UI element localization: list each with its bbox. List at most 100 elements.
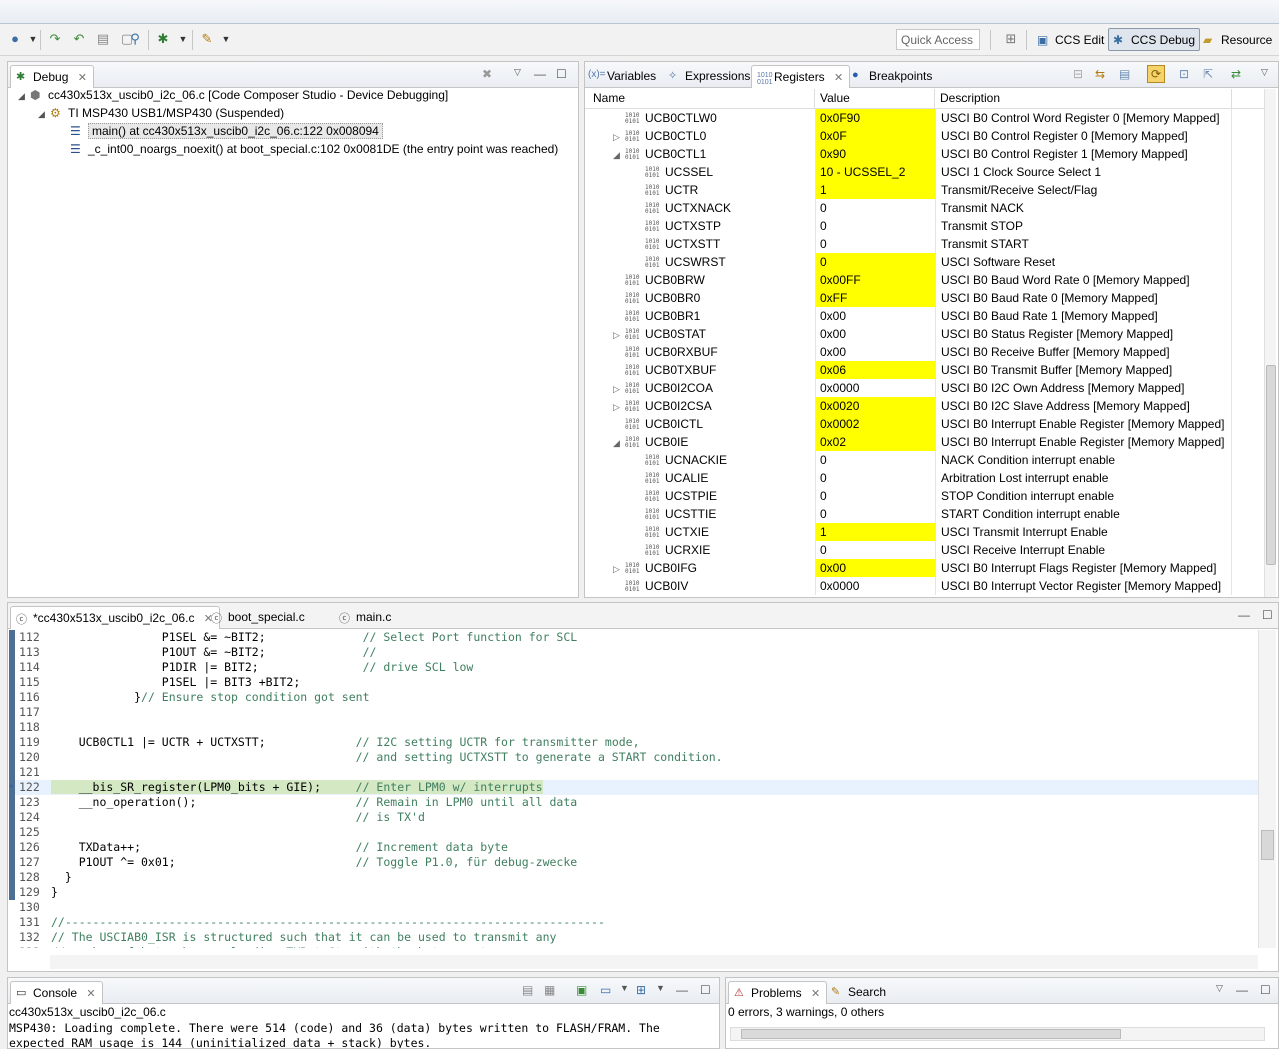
register-value-cell[interactable]: 0 [815,487,935,505]
register-value-cell[interactable]: 0xFF [815,289,935,307]
register-value-cell[interactable]: 0 [815,451,935,469]
register-row[interactable]: 1010 0101 UCB0CTLW0 0x0F90 USCI B0 Control W… [585,109,1265,127]
remove-terminated-icon[interactable]: ✖ [482,67,492,81]
close-icon[interactable]: ✕ [834,72,843,84]
tab-breakpoints[interactable]: ● Breakpoints [847,65,938,88]
debug-tree-item[interactable]: ◢ ⬢ cc430x513x_uscib0_i2c_06.c [Code Compo… [18,86,448,104]
code-line[interactable]: 130 [9,900,1259,915]
code-line[interactable]: 133// number of bytes by pre-loading TXB… [9,945,1259,948]
register-value-cell[interactable]: 1 [815,523,935,541]
register-value-cell[interactable]: 0x00FF [815,271,935,289]
debug-tree-item[interactable]: ☰ _c_int00_noargs_noexit() at boot_specia… [58,140,558,158]
register-value-cell[interactable]: 0x0020 [815,397,935,415]
column-header-description[interactable]: Description [940,91,1000,105]
register-row[interactable]: 1010 0101 UCSTPIE 0 STOP Condition interrupt… [585,487,1265,505]
register-row[interactable]: 1010 0101 UCSWRST 0 USCI Software Reset [585,253,1265,271]
column-header-name[interactable]: Name [593,91,625,105]
register-row[interactable]: 1010 0101 UCB0IV 0x0000 USCI B0 Interrupt Ve… [585,577,1265,595]
register-row[interactable]: 1010 0101 UCTXSTP 0 Transmit STOP [585,217,1265,235]
code-line[interactable]: ➔ 122 __bis_SR_register(LPM0_bits + GIE);… [9,780,1259,795]
register-value-cell[interactable]: 0x06 [815,361,935,379]
scroll-thumb[interactable] [1266,365,1276,565]
register-value-cell[interactable]: 0 [815,541,935,559]
code-line[interactable]: 116 }// Ensure stop condition got sent [9,690,1259,705]
expand-toggle-icon[interactable]: ◢ [38,105,50,123]
export-icon[interactable]: ⇱ [1203,67,1213,81]
register-value-cell[interactable]: 10 - UCSSEL_2 [815,163,935,181]
expand-toggle-icon[interactable]: ▷ [613,560,625,578]
maximize-icon[interactable]: ☐ [700,983,711,997]
register-value-cell[interactable]: 0x00 [815,325,935,343]
register-value-cell[interactable]: 0 [815,199,935,217]
perspective-ccs-edit[interactable]: ▣ CCS Edit [1032,28,1109,51]
refresh-toggle-icon[interactable]: ⟳ [1147,65,1166,83]
link-icon[interactable]: ⇆ [1095,67,1105,81]
expand-toggle-icon[interactable]: ◢ [18,87,30,105]
perspective-ccs-debug[interactable]: ✱ CCS Debug [1108,28,1201,51]
expand-toggle-icon[interactable]: ▷ [613,380,625,398]
register-row[interactable]: 1010 0101 UCRXIE 0 USCI Receive Interrupt En… [585,541,1265,559]
code-editor[interactable]: 112 P1SEL &= ~BIT2; // Select Port funct… [9,630,1259,948]
code-line[interactable]: 112 P1SEL &= ~BIT2; // Select Port funct… [9,630,1259,645]
code-line[interactable]: 131 //-----------------------------------… [9,915,1259,930]
expand-toggle-icon[interactable]: ▷ [613,128,625,146]
register-value-cell[interactable]: 0x0F [815,127,935,145]
register-row[interactable]: 1010 0101 UCTXNACK 0 Transmit NACK [585,199,1265,217]
maximize-icon[interactable]: ☐ [556,67,567,81]
column-header-value[interactable]: Value [820,91,850,105]
code-line[interactable]: 119 UCB0CTL1 |= UCTR + UCTXSTT; // I2C s… [9,735,1259,750]
connect-icon[interactable]: ⚲ [126,30,144,48]
register-row[interactable]: 1010 0101 UCTXSTT 0 Transmit START [585,235,1265,253]
register-row[interactable]: 1010 0101 UCB0RXBUF 0x00 USCI B0 Receive Buf… [585,343,1265,361]
expand-toggle-icon[interactable]: ▷ [613,326,625,344]
view-menu-icon[interactable]: ▽ [1261,67,1268,78]
register-row[interactable]: 1010 0101 UCB0BR0 0xFF USCI B0 Baud Rate 0 [… [585,289,1265,307]
register-row[interactable]: 1010 0101 UCTXIE 1 USCI Transmit Interrupt E… [585,523,1265,541]
register-row[interactable]: 1010 0101 UCB0ICTL 0x0002 USCI B0 Interrupt … [585,415,1265,433]
open-perspective-icon[interactable]: ⊞ [1002,30,1020,48]
register-row[interactable]: ▷ 1010 0101 UCB0STAT 0x00 USCI B0 Status Regi… [585,325,1265,343]
tab-variables[interactable]: (x)= Variables [585,65,662,88]
register-row[interactable]: 1010 0101 UCB0TXBUF 0x06 USCI B0 Transmit Bu… [585,361,1265,379]
register-value-cell[interactable]: 0 [815,253,935,271]
register-value-cell[interactable]: 0x90 [815,145,935,163]
new-group-icon[interactable]: ⊡ [1179,67,1189,81]
problems-hscroll[interactable] [730,1027,1265,1041]
scroll-thumb[interactable] [1261,830,1274,860]
code-line[interactable]: 114 P1DIR |= BIT2; // drive SCL low [9,660,1259,675]
minimize-icon[interactable]: — [534,67,546,81]
code-line[interactable]: 113 P1OUT &= ~BIT2; // [9,645,1259,660]
register-row[interactable]: 1010 0101 UCALIE 0 Arbitration Lost interrup… [585,469,1265,487]
editor-vscroll[interactable] [1258,630,1276,948]
minimize-icon[interactable]: — [676,983,688,997]
register-row[interactable]: 1010 0101 UCSTTIE 0 START Condition interrup… [585,505,1265,523]
register-value-cell[interactable]: 0 [815,235,935,253]
code-line[interactable]: 118 [9,720,1259,735]
register-row[interactable]: 1010 0101 UCSSEL 10 - UCSSEL_2 USCI 1 Clock … [585,163,1265,181]
register-value-cell[interactable]: 0 [815,469,935,487]
code-line[interactable]: 126 TXData++; // Increment data byte [9,840,1259,855]
register-row[interactable]: 1010 0101 UCB0BRW 0x00FF USCI B0 Baud Word R… [585,271,1265,289]
tab-editor-main-c[interactable]: ⓒ main.c [334,606,397,629]
scroll-thumb[interactable] [741,1029,1121,1039]
debug-tree-item[interactable]: ☰ main() at cc430x513x_uscib0_i2c_06.c:12… [58,122,383,140]
tab-console[interactable]: ▭ Console ✕ [10,981,103,1004]
code-line[interactable]: 128 } [9,870,1259,885]
code-line[interactable]: 121 [9,765,1259,780]
minimize-icon[interactable]: — [1238,608,1250,622]
register-row[interactable]: ◢ 1010 0101 UCB0CTL1 0x90 USCI B0 Control Reg… [585,145,1265,163]
register-value-cell[interactable]: 0 [815,505,935,523]
clear-console-icon[interactable]: ▤ [522,983,533,997]
code-line[interactable]: 115 P1SEL |= BIT3 +BIT2; [9,675,1259,690]
tab-debug[interactable]: ✱ Debug ✕ [10,65,94,88]
chevron-down-icon[interactable]: ▼ [620,983,629,993]
debug-icon[interactable]: ✱ [154,30,172,48]
code-line[interactable]: 129} [9,885,1259,900]
code-line[interactable]: 123 __no_operation(); // Remain in LPM0 … [9,795,1259,810]
register-row[interactable]: ▷ 1010 0101 UCB0IFG 0x00 USCI B0 Interrupt Fl… [585,559,1265,577]
open-console-icon[interactable]: ⊞ [636,983,646,997]
flash-icon[interactable]: ✎ [198,30,216,48]
register-row[interactable]: ▷ 1010 0101 UCB0I2COA 0x0000 USCI B0 I2C Own … [585,379,1265,397]
register-value-cell[interactable]: 0x02 [815,433,935,451]
quick-access-input[interactable]: Quick Access [896,29,980,50]
